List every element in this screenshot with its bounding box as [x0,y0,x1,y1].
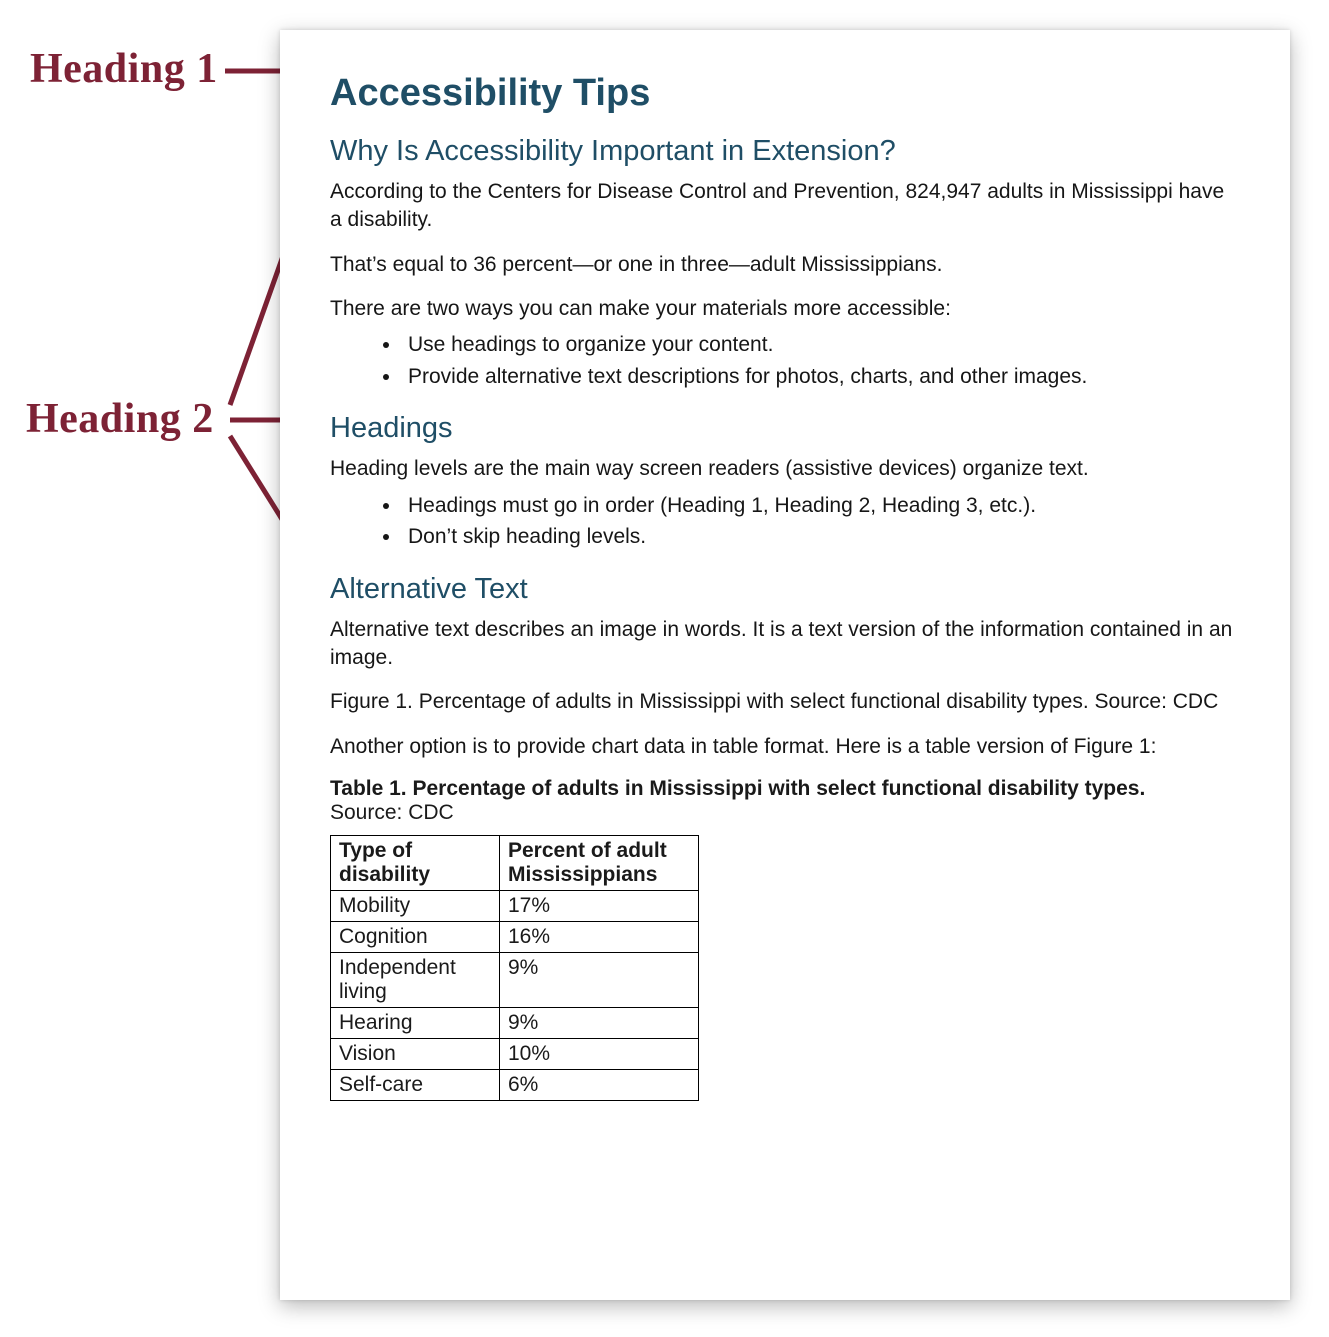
table-cell: Vision [331,1039,500,1070]
table-cell: Independent living [331,953,500,1008]
figure-caption: Figure 1. Percentage of adults in Missis… [330,688,1240,716]
table-header: Type of disability [331,836,500,891]
bullet-list: Headings must go in order (Heading 1, He… [330,490,1240,553]
list-item: Provide alternative text descriptions fo… [402,361,1240,393]
table-cell: Self-care [331,1070,500,1101]
table-cell: 9% [500,1008,699,1039]
body-text: There are two ways you can make your mat… [330,295,1240,323]
body-text: Another option is to provide chart data … [330,733,1240,761]
section-heading: Headings [330,412,1240,445]
table-row: Vision 10% [331,1039,699,1070]
list-item: Headings must go in order (Heading 1, He… [402,490,1240,522]
section-heading: Why Is Accessibility Important in Extens… [330,135,1240,168]
table-caption-source: Source: CDC [330,801,1240,825]
body-text: Heading levels are the main way screen r… [330,455,1240,483]
table-cell: Mobility [331,891,500,922]
list-item: Don’t skip heading levels. [402,521,1240,553]
list-item: Use headings to organize your content. [402,329,1240,361]
annotation-heading2: Heading 2 [26,395,214,443]
body-text: That’s equal to 36 percent—or one in thr… [330,251,1240,279]
document-page: Accessibility Tips Why Is Accessibility … [280,30,1290,1300]
table-row: Hearing 9% [331,1008,699,1039]
table-header: Percent of adult Mississippians [500,836,699,891]
stage: Heading 1 Heading 2 Accessibility Tips W… [0,0,1329,1337]
body-text: Alternative text describes an image in w… [330,616,1240,673]
bullet-list: Use headings to organize your content. P… [330,329,1240,392]
page-title: Accessibility Tips [330,72,1240,115]
table-row: Cognition 16% [331,922,699,953]
body-text: According to the Centers for Disease Con… [330,178,1240,235]
table-cell: 9% [500,953,699,1008]
table-row: Mobility 17% [331,891,699,922]
table-cell: 10% [500,1039,699,1070]
annotation-heading1: Heading 1 [30,45,218,93]
table-row: Self-care 6% [331,1070,699,1101]
table-cell: 6% [500,1070,699,1101]
table-caption: Table 1. Percentage of adults in Mississ… [330,777,1240,801]
table-cell: Hearing [331,1008,500,1039]
table-cell: 17% [500,891,699,922]
data-table: Type of disability Percent of adult Miss… [330,835,699,1101]
table-cell: 16% [500,922,699,953]
table-row: Independent living 9% [331,953,699,1008]
table-cell: Cognition [331,922,500,953]
table-row: Type of disability Percent of adult Miss… [331,836,699,891]
section-heading: Alternative Text [330,573,1240,606]
